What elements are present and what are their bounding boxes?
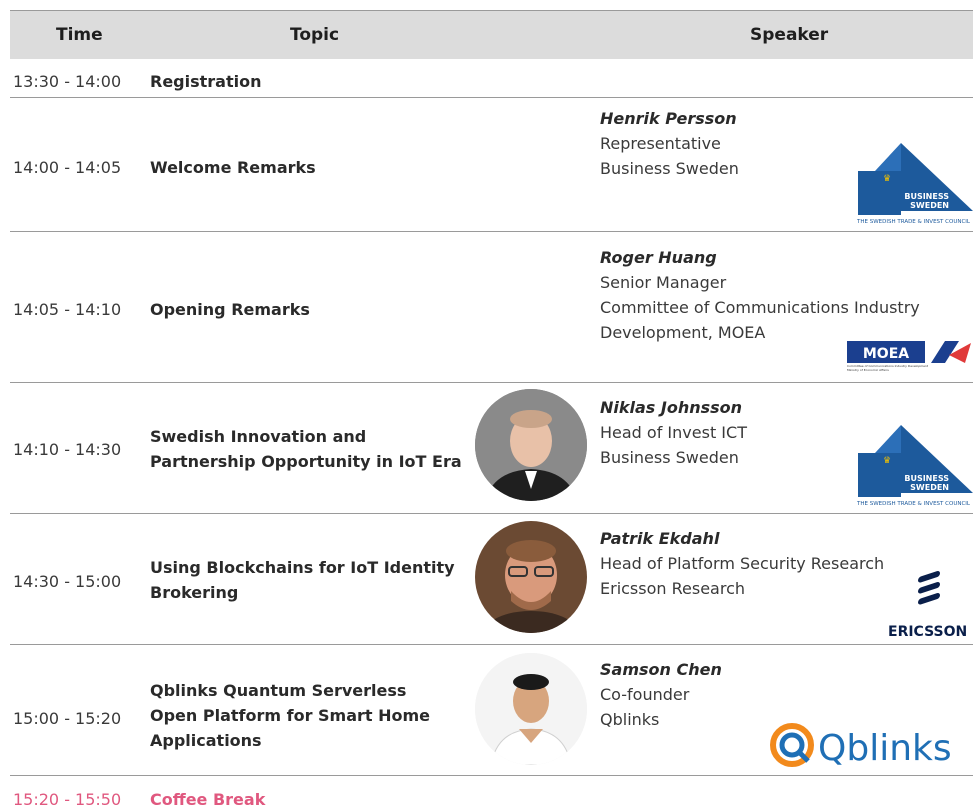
row-time: 14:05 - 14:10: [13, 300, 122, 319]
logo-text: BUSINESS: [904, 192, 949, 201]
speaker-photo: [475, 389, 587, 501]
speaker-name: Niklas Johnsson: [600, 398, 743, 417]
speaker-photo: [475, 521, 587, 633]
row-topic: Using Blockchains for IoT Identity Broke…: [150, 555, 480, 605]
row-topic-line: Swedish Innovation and: [150, 427, 367, 446]
business-sweden-logo: ♛ BUSINESS SWEDEN THE SWEDISH TRADE & IN…: [856, 143, 973, 225]
row-divider: [10, 231, 973, 232]
row-topic-line: Qblinks Quantum Serverless: [150, 681, 407, 700]
logo-text: BUSINESS: [904, 474, 949, 483]
row-divider: [10, 775, 973, 776]
table-header: Time Topic Speaker: [10, 11, 973, 59]
speaker-org: Business Sweden: [600, 159, 739, 178]
speaker-title: Representative: [600, 134, 721, 153]
logo-text: SWEDEN: [910, 201, 949, 210]
row-topic: Swedish Innovation and Partnership Oppor…: [150, 424, 480, 474]
row-divider: [10, 97, 973, 98]
row-topic: Opening Remarks: [150, 300, 310, 319]
header-topic: Topic: [290, 25, 340, 45]
speaker-info: Henrik Persson Representative Business S…: [600, 106, 739, 181]
header-time: Time: [56, 25, 103, 45]
logo-text: MOEA: [863, 346, 909, 362]
speaker-org: Qblinks: [600, 710, 660, 729]
row-divider: [10, 644, 973, 645]
logo-text: Qblinks: [818, 728, 952, 769]
moea-logo: MOEA Committee of Communications Industr…: [847, 341, 971, 372]
speaker-title: Senior Manager: [600, 273, 727, 292]
logo-tagline: THE SWEDISH TRADE & INVEST COUNCIL: [856, 219, 971, 225]
row-time: 14:30 - 15:00: [13, 572, 122, 591]
logo-text: SWEDEN: [910, 483, 949, 492]
speaker-name: Roger Huang: [600, 248, 717, 267]
row-topic-line: Brokering: [150, 583, 239, 602]
speaker-org: Ericsson Research: [600, 579, 746, 598]
row-time: 14:10 - 14:30: [13, 440, 122, 459]
row-time: 14:00 - 14:05: [13, 158, 122, 177]
speaker-info: Samson Chen Co-founder Qblinks: [600, 657, 722, 732]
row-time: 15:00 - 15:20: [13, 709, 122, 728]
speaker-photo: [475, 653, 587, 765]
svg-text:♛: ♛: [883, 456, 891, 466]
row-topic-line: Partnership Opportunity in IoT Era: [150, 452, 462, 471]
speaker-name: Patrik Ekdahl: [600, 529, 720, 548]
speaker-name: Henrik Persson: [600, 109, 737, 128]
business-sweden-logo: ♛ BUSINESS SWEDEN THE SWEDISH TRADE & IN…: [856, 425, 973, 507]
speaker-info: Niklas Johnsson Head of Invest ICT Busin…: [600, 395, 747, 470]
row-topic: Welcome Remarks: [150, 158, 316, 177]
logo-tagline: THE SWEDISH TRADE & INVEST COUNCIL: [856, 501, 971, 507]
speaker-title: Co-founder: [600, 685, 690, 704]
ericsson-logo: ERICSSON: [888, 571, 967, 640]
row-topic-line: Applications: [150, 731, 262, 750]
speaker-info: Patrik Ekdahl Head of Platform Security …: [600, 526, 884, 601]
header-speaker: Speaker: [750, 25, 829, 45]
row-topic: Qblinks Quantum Serverless Open Platform…: [150, 678, 480, 753]
speaker-org: Committee of Communications Industry: [600, 298, 920, 317]
speaker-org: Business Sweden: [600, 448, 739, 467]
logo-text: ERICSSON: [888, 624, 967, 640]
speaker-info: Roger Huang Senior Manager Committee of …: [600, 245, 920, 345]
row-topic: Coffee Break: [150, 790, 266, 809]
row-divider: [10, 513, 973, 514]
row-topic: Registration: [150, 72, 262, 91]
speaker-title: Head of Invest ICT: [600, 423, 747, 442]
row-time: 15:20 - 15:50: [13, 790, 122, 809]
qblinks-logo: Qblinks: [770, 723, 952, 769]
row-divider: [10, 382, 973, 383]
row-topic-line: Open Platform for Smart Home: [150, 706, 431, 725]
row-topic-line: Using Blockchains for IoT Identity: [150, 558, 455, 577]
speaker-name: Samson Chen: [600, 660, 722, 679]
row-time: 13:30 - 14:00: [13, 72, 122, 91]
svg-text:♛: ♛: [883, 174, 891, 184]
speaker-title: Head of Platform Security Research: [600, 554, 885, 573]
logo-tagline: Ministry of Economic Affairs: [847, 368, 889, 372]
